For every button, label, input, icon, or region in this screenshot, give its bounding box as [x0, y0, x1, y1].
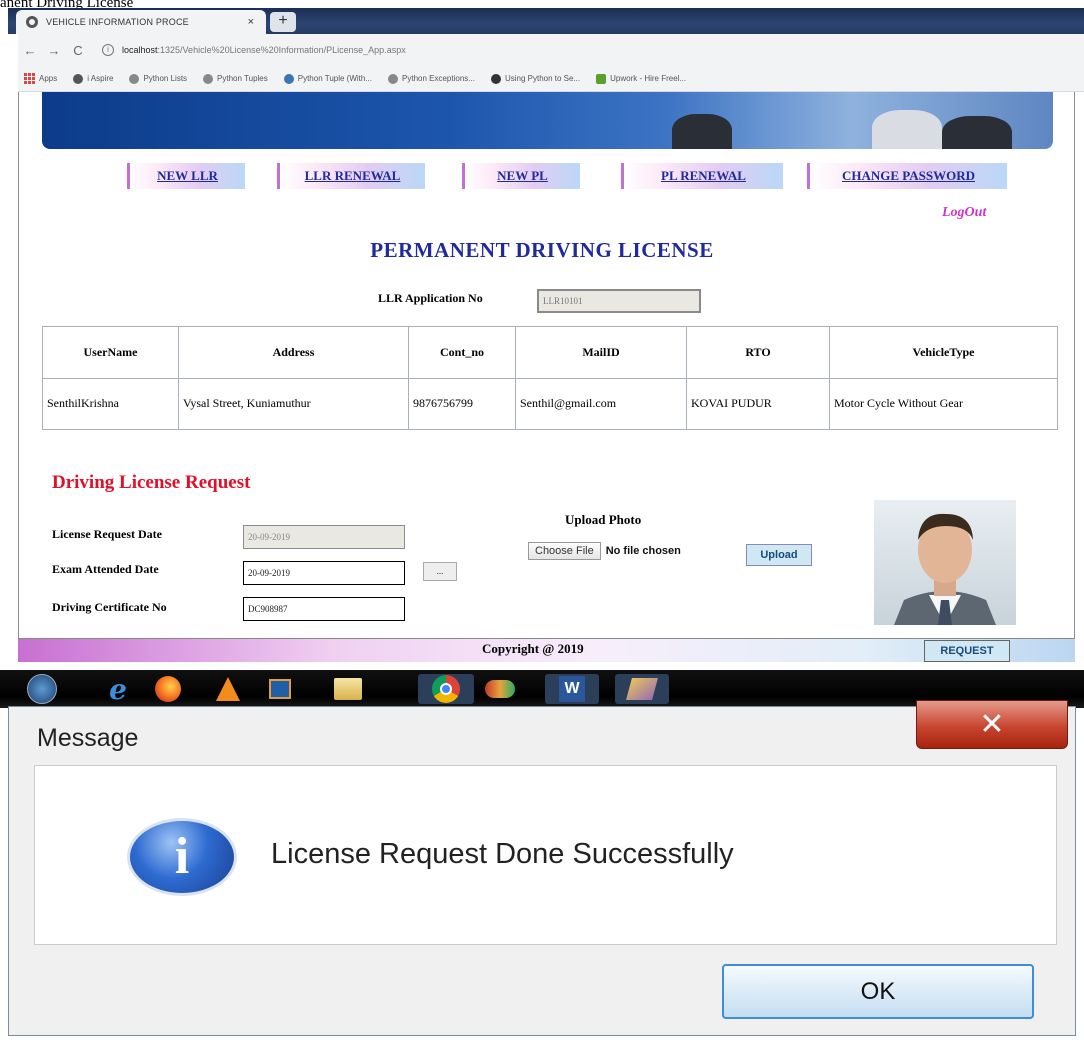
- driving-certificate-label: Driving Certificate No: [52, 600, 167, 614]
- site-icon: [129, 73, 140, 84]
- license-request-date-label: License Request Date: [52, 527, 162, 541]
- table-header: RTO: [686, 326, 830, 379]
- bookmarks-bar: Apps i Aspire Python Lists Python Tuples…: [18, 66, 1084, 92]
- table-header: Cont_no: [408, 326, 516, 379]
- nav-pl-renewal[interactable]: PL RENEWAL: [621, 163, 783, 189]
- upwork-icon: [596, 73, 607, 84]
- applicant-table: UserName Address Cont_no MailID RTO Vehi…: [42, 326, 1058, 430]
- driving-certificate-input[interactable]: [243, 597, 405, 621]
- address-bar[interactable]: i localhost :1325/Vehicle%20License%20In…: [102, 44, 406, 56]
- file-explorer-icon[interactable]: [328, 674, 368, 704]
- request-button[interactable]: REQUEST: [924, 640, 1010, 662]
- file-chooser: Choose File No file chosen: [528, 542, 681, 560]
- table-cell: Vysal Street, Kuniamuthur: [178, 377, 409, 430]
- upload-button[interactable]: Upload: [746, 544, 812, 566]
- firefox-icon[interactable]: [148, 674, 188, 704]
- choose-file-button[interactable]: Choose File: [528, 542, 601, 560]
- table-header: VehicleType: [829, 326, 1058, 379]
- visual-studio-tools-icon[interactable]: [615, 674, 669, 704]
- globe-icon: [26, 16, 38, 28]
- exam-attended-date-input[interactable]: [243, 561, 405, 585]
- tab-close-icon[interactable]: ×: [248, 16, 254, 28]
- table-header-row: UserName Address Cont_no MailID RTO Vehi…: [42, 326, 1058, 379]
- table-cell: KOVAI PUDUR: [686, 377, 830, 430]
- table-cell: Senthil@gmail.com: [515, 377, 687, 430]
- bookmark-item[interactable]: Python Tuples: [203, 73, 268, 84]
- app-icon[interactable]: [480, 674, 520, 704]
- start-button-icon[interactable]: [22, 674, 62, 704]
- table-row: SenthilKrishna Vysal Street, Kuniamuthur…: [42, 377, 1058, 430]
- python-icon: [283, 73, 294, 84]
- bookmark-item[interactable]: i Aspire: [73, 73, 113, 84]
- ok-button[interactable]: OK: [722, 964, 1034, 1019]
- info-icon[interactable]: i: [102, 44, 114, 56]
- apps-grid-icon: [24, 73, 35, 84]
- exam-attended-date-label: Exam Attended Date: [52, 562, 159, 576]
- table-cell: 9876756799: [408, 377, 516, 430]
- chrome-icon[interactable]: [418, 674, 474, 704]
- tab-title: VEHICLE INFORMATION PROCE: [46, 17, 189, 27]
- calendar-button[interactable]: ...: [423, 562, 457, 581]
- dialog-title: Message: [37, 724, 139, 752]
- nav-new-pl[interactable]: NEW PL: [462, 163, 580, 189]
- media-player-icon[interactable]: [260, 674, 300, 704]
- back-arrow-icon[interactable]: ←: [18, 43, 42, 58]
- bookmark-item[interactable]: Python Tuple (With...: [283, 73, 372, 84]
- information-icon: i: [127, 818, 237, 896]
- forward-arrow-icon[interactable]: →: [42, 43, 66, 58]
- table-header: Address: [178, 326, 409, 379]
- vlc-icon[interactable]: [208, 674, 248, 704]
- banner-person-image: [672, 114, 732, 149]
- bookmark-item[interactable]: Upwork - Hire Freel...: [596, 73, 686, 84]
- site-icon: [203, 73, 214, 84]
- dialog-message: License Request Done Successfully: [271, 838, 734, 870]
- llr-application-input[interactable]: [537, 289, 701, 313]
- reload-icon[interactable]: C: [66, 43, 90, 58]
- file-status: No file chosen: [605, 545, 681, 557]
- copyright-text: Copyright @ 2019: [482, 641, 584, 656]
- globe-icon: [490, 73, 501, 84]
- table-header: UserName: [42, 326, 179, 379]
- page-title: PERMANENT DRIVING LICENSE: [370, 238, 714, 262]
- llr-application-label: LLR Application No: [378, 291, 483, 305]
- person-photo-icon: [894, 513, 996, 625]
- url-path: :1325/Vehicle%20License%20Information/PL…: [157, 45, 406, 55]
- browser-tab[interactable]: VEHICLE INFORMATION PROCE ×: [16, 10, 266, 34]
- bookmark-item[interactable]: Python Lists: [129, 73, 187, 84]
- word-icon[interactable]: W: [545, 674, 599, 704]
- banner-person-image: [942, 116, 1012, 149]
- license-request-date-input[interactable]: [243, 525, 405, 549]
- browser-toolbar: ← → C i localhost :1325/Vehicle%20Licens…: [18, 34, 1084, 66]
- nav-change-password[interactable]: CHANGE PASSWORD: [807, 163, 1007, 189]
- nav-new-llr[interactable]: NEW LLR: [127, 163, 245, 189]
- logout-link[interactable]: LogOut: [942, 205, 986, 221]
- upload-photo-title: Upload Photo: [565, 512, 642, 527]
- banner-person-image: [872, 110, 942, 149]
- bookmark-apps[interactable]: Apps: [24, 73, 57, 84]
- bookmark-item[interactable]: Using Python to Se...: [490, 73, 580, 84]
- dialog-close-button[interactable]: ✕: [916, 700, 1068, 749]
- site-icon: [388, 73, 399, 84]
- header-banner: [42, 92, 1053, 149]
- url-host: localhost: [122, 45, 158, 55]
- profile-photo: [874, 500, 1016, 625]
- bookmark-item[interactable]: Python Exceptions...: [388, 73, 475, 84]
- table-cell: SenthilKrishna: [42, 377, 179, 430]
- table-header: MailID: [515, 326, 687, 379]
- internet-explorer-icon[interactable]: e: [98, 673, 138, 706]
- nav-llr-renewal[interactable]: LLR RENEWAL: [277, 163, 425, 189]
- new-tab-button[interactable]: +: [270, 12, 296, 32]
- table-cell: Motor Cycle Without Gear: [829, 377, 1058, 430]
- section-title: Driving License Request: [52, 472, 251, 493]
- globe-icon: [73, 73, 84, 84]
